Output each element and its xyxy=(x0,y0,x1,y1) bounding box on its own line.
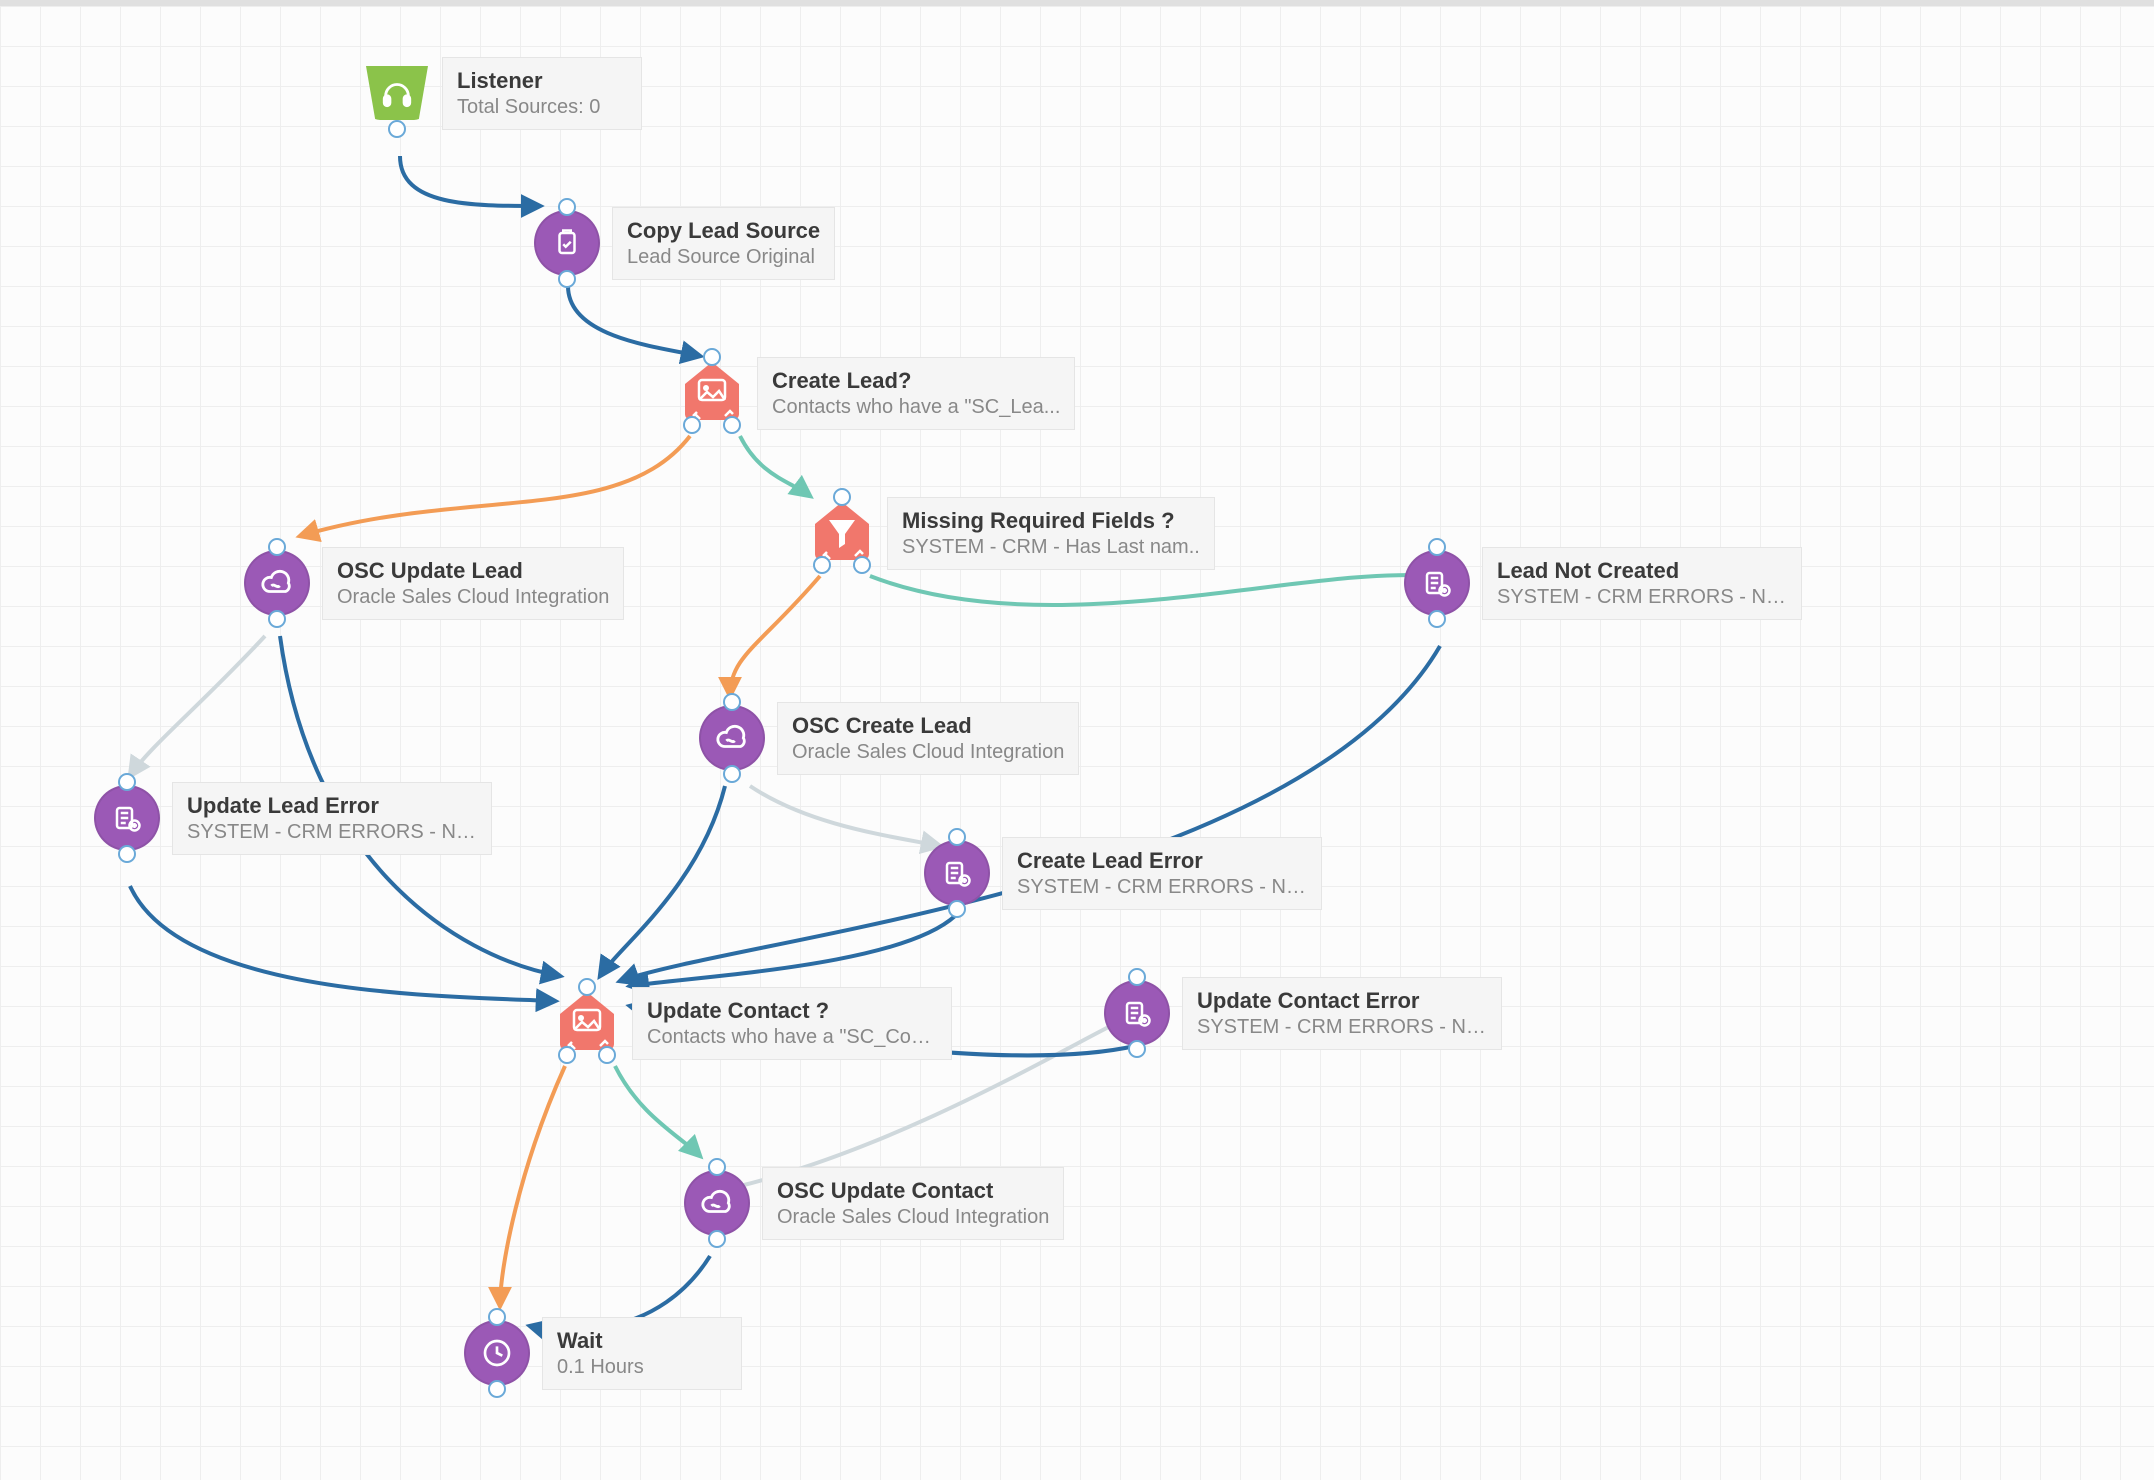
node-label: Listener Total Sources: 0 xyxy=(442,57,642,130)
node-create-lead-error[interactable]: Create Lead Error SYSTEM - CRM ERRORS - … xyxy=(920,836,1322,910)
clipboard-icon xyxy=(530,206,604,280)
list-add-icon xyxy=(90,781,164,855)
decision-icon xyxy=(550,986,624,1060)
node-label: Lead Not Created SYSTEM - CRM ERRORS - N… xyxy=(1482,547,1802,620)
node-label: Update Lead Error SYSTEM - CRM ERRORS - … xyxy=(172,782,492,855)
node-lead-not-created[interactable]: Lead Not Created SYSTEM - CRM ERRORS - N… xyxy=(1400,546,1802,620)
cloud-icon xyxy=(695,701,769,775)
workflow-canvas[interactable]: Listener Total Sources: 0 Copy Lead Sour… xyxy=(0,0,2154,1480)
node-osc-update-lead[interactable]: OSC Update Lead Oracle Sales Cloud Integ… xyxy=(240,546,624,620)
node-label: Create Lead Error SYSTEM - CRM ERRORS - … xyxy=(1002,837,1322,910)
node-label: Wait 0.1 Hours xyxy=(542,1317,742,1390)
node-copy-lead-source[interactable]: Copy Lead Source Lead Source Original xyxy=(530,206,835,280)
list-add-icon xyxy=(1400,546,1474,620)
list-add-icon xyxy=(1100,976,1174,1050)
node-create-lead-decision[interactable]: Create Lead? Contacts who have a "SC_Lea… xyxy=(675,356,1075,430)
node-label: OSC Update Contact Oracle Sales Cloud In… xyxy=(762,1167,1064,1240)
node-listener[interactable]: Listener Total Sources: 0 xyxy=(360,56,642,130)
node-wait[interactable]: Wait 0.1 Hours xyxy=(460,1316,742,1390)
node-osc-create-lead[interactable]: OSC Create Lead Oracle Sales Cloud Integ… xyxy=(695,701,1079,775)
listener-icon xyxy=(360,56,434,130)
node-label: OSC Create Lead Oracle Sales Cloud Integ… xyxy=(777,702,1079,775)
cloud-icon xyxy=(680,1166,754,1240)
list-add-icon xyxy=(920,836,994,910)
cloud-icon xyxy=(240,546,314,620)
node-label: Update Contact ? Contacts who have a "SC… xyxy=(632,987,952,1060)
decision-filter-icon xyxy=(805,496,879,570)
node-update-contact-decision[interactable]: Update Contact ? Contacts who have a "SC… xyxy=(550,986,952,1060)
node-label: Update Contact Error SYSTEM - CRM ERRORS… xyxy=(1182,977,1502,1050)
node-update-lead-error[interactable]: Update Lead Error SYSTEM - CRM ERRORS - … xyxy=(90,781,492,855)
node-label: Missing Required Fields ? SYSTEM - CRM -… xyxy=(887,497,1215,570)
decision-icon xyxy=(675,356,749,430)
clock-icon xyxy=(460,1316,534,1390)
node-label: Create Lead? Contacts who have a "SC_Lea… xyxy=(757,357,1075,430)
node-missing-fields-decision[interactable]: Missing Required Fields ? SYSTEM - CRM -… xyxy=(805,496,1215,570)
node-label: OSC Update Lead Oracle Sales Cloud Integ… xyxy=(322,547,624,620)
node-osc-update-contact[interactable]: OSC Update Contact Oracle Sales Cloud In… xyxy=(680,1166,1064,1240)
node-label: Copy Lead Source Lead Source Original xyxy=(612,207,835,280)
node-update-contact-error[interactable]: Update Contact Error SYSTEM - CRM ERRORS… xyxy=(1100,976,1502,1050)
